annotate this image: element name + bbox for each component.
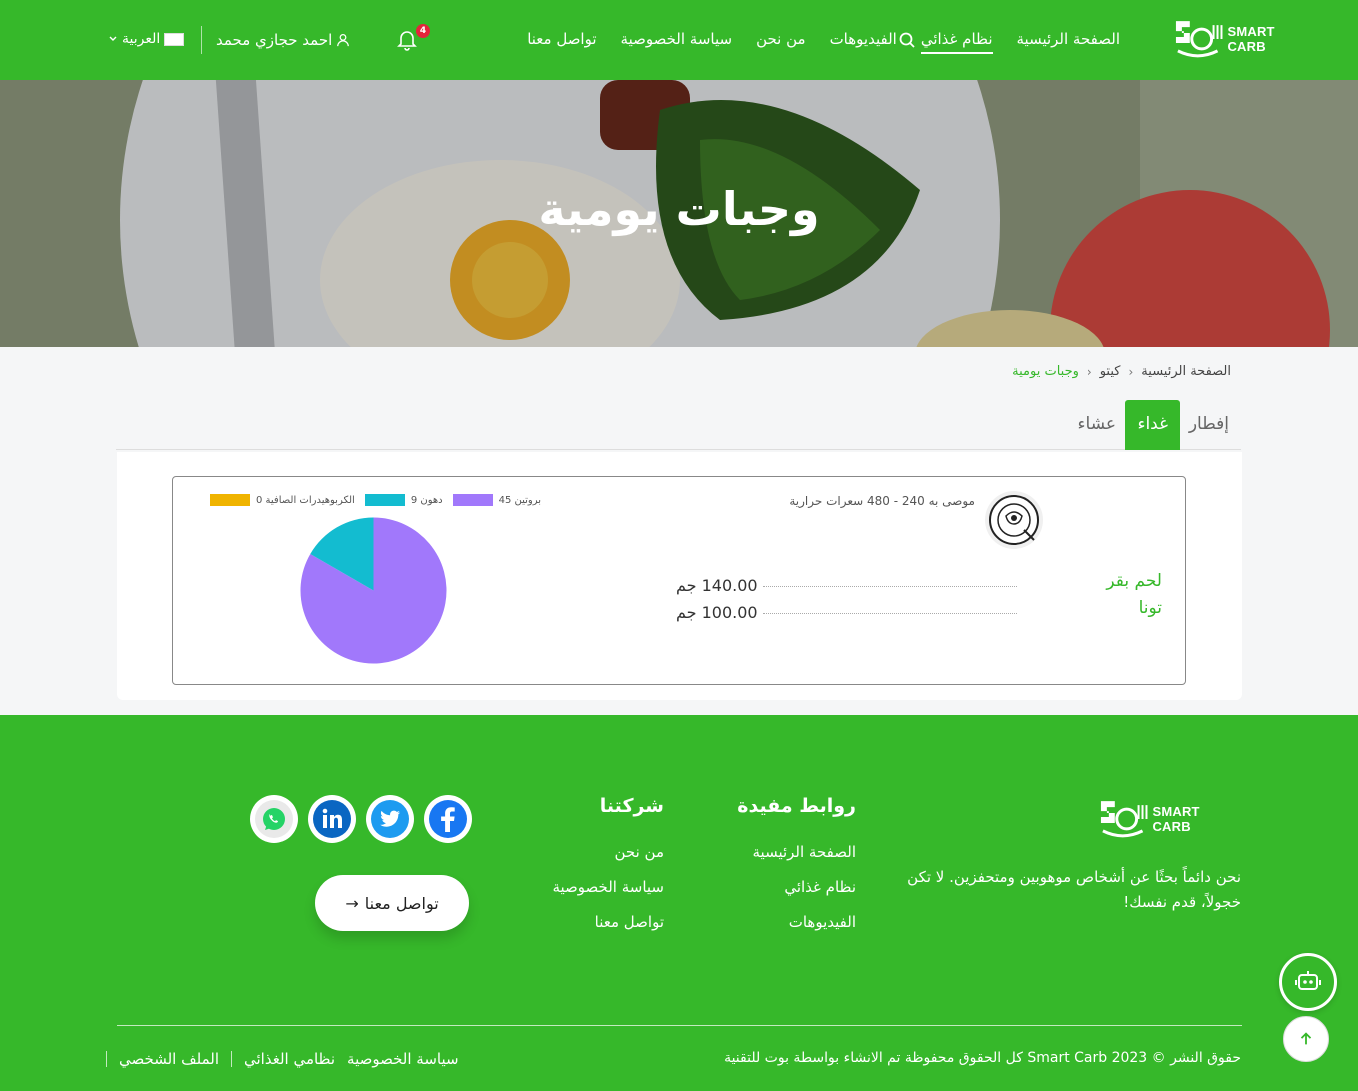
linkedin-icon (313, 800, 351, 838)
nav-privacy[interactable]: سياسة الخصوصية (621, 30, 733, 54)
footer-logo[interactable]: SMART CARB (1095, 795, 1241, 843)
logo-text: SMART CARB (1227, 24, 1275, 54)
top-header: SMART CARB الصفحة الرئيسية نظام غذائي ال… (0, 0, 1358, 80)
facebook-button[interactable] (424, 795, 472, 843)
legend-label: بروتين 45 (498, 494, 542, 506)
chevron-left-icon: ‹ (1128, 364, 1134, 379)
footer-bottom-links: سياسة الخصوصية نظامي الغذائي الملف الشخص… (106, 1050, 459, 1068)
nav-about[interactable]: من نحن (756, 30, 806, 54)
site-footer: SMART CARB نحن دائماً بحثًا عن أشخاص موه… (0, 715, 1358, 1091)
logo-icon (1175, 21, 1223, 58)
meal-recommendation: موصى به 240 - 480 سعرات حرارية (789, 494, 975, 508)
twitter-icon (371, 800, 409, 838)
breadcrumb-current: وجبات يومية (1012, 364, 1079, 379)
nav-videos[interactable]: الفيديوهات (830, 30, 897, 54)
tab-dinner[interactable]: عشاء (1066, 400, 1128, 450)
chat-bot-button[interactable] (1279, 953, 1337, 1011)
main-nav: الصفحة الرئيسية نظام غذائي الفيديوهات من… (527, 30, 1120, 54)
nav-home[interactable]: الصفحة الرئيسية (1017, 30, 1121, 54)
footer-link-about[interactable]: من نحن (615, 843, 665, 861)
contact-us-label: تواصل معنا (364, 893, 439, 913)
legend-label: دهون 9 (410, 494, 443, 506)
company-title: شركتنا (599, 795, 664, 817)
hero-banner: وجبات يومية (0, 80, 1358, 347)
chevron-down-icon (109, 36, 117, 41)
useful-links-title: روابط مفيدة (737, 795, 856, 817)
search-icon[interactable] (897, 30, 917, 50)
notification-badge: 4 (416, 24, 430, 38)
arrow-up-icon (1300, 1032, 1312, 1045)
nav-contact[interactable]: تواصل معنا (527, 30, 596, 54)
legend-swatch (210, 494, 250, 506)
breadcrumb-home[interactable]: الصفحة الرئيسية (1141, 364, 1231, 379)
legend-label: الكربوهيدرات الصافية 0 (256, 494, 355, 506)
legend-swatch (452, 494, 493, 506)
site-logo[interactable]: SMART CARB (1170, 14, 1316, 64)
meal-tabs: إفطار غداء عشاء (116, 400, 1241, 450)
footer-link-diet[interactable]: نظام غذائي (784, 878, 856, 896)
user-menu[interactable]: احمد حجازي محمد (216, 31, 350, 49)
food-item-name: لحم بقر (1106, 571, 1162, 591)
food-item-name: تونا (1138, 598, 1162, 618)
footer-link-home[interactable]: الصفحة الرئيسية (753, 843, 857, 861)
bottom-link-my-diet[interactable]: نظامي الغذائي (244, 1050, 335, 1068)
user-name: احمد حجازي محمد (216, 31, 333, 49)
notifications-button[interactable]: 4 (396, 24, 430, 52)
footer-about: نحن دائماً بحثًا عن أشخاص موهوبين ومتحفز… (907, 868, 1241, 911)
link-separator (106, 1051, 107, 1067)
legend-swatch (364, 494, 405, 506)
linkedin-button[interactable] (308, 795, 356, 843)
tab-lunch[interactable]: غداء (1125, 400, 1180, 450)
food-leader-dots (763, 586, 1017, 587)
logo-icon (1100, 801, 1148, 838)
flag-icon (164, 32, 185, 46)
chevron-left-icon: ‹ (1086, 364, 1092, 379)
bottom-link-profile[interactable]: الملف الشخصي (119, 1050, 219, 1068)
breadcrumb: الصفحة الرئيسية ‹ كيتو ‹ وجبات يومية (1012, 364, 1231, 379)
language-label: العربية (122, 31, 161, 47)
bottom-link-privacy[interactable]: سياسة الخصوصية (347, 1050, 459, 1068)
whatsapp-button[interactable] (250, 795, 298, 843)
twitter-button[interactable] (366, 795, 414, 843)
plate-icon (985, 491, 1043, 549)
facebook-icon (429, 800, 467, 838)
legend-item-carbs[interactable]: الكربوهيدرات الصافية 0 (210, 494, 355, 506)
chart-legend: الكربوهيدرات الصافية 0 دهون 9 بروتين 45 (210, 494, 541, 506)
whatsapp-icon (255, 800, 293, 838)
footer-link-videos[interactable]: الفيديوهات (789, 913, 856, 931)
bell-icon (397, 31, 417, 51)
legend-item-fat[interactable]: دهون 9 (364, 494, 443, 506)
breadcrumb-keto[interactable]: كيتو (1100, 364, 1121, 379)
footer-link-privacy[interactable]: سياسة الخصوصية (552, 878, 664, 896)
food-item-qty: 100.00 جم (676, 603, 758, 622)
arrow-right-icon: → (345, 893, 359, 913)
footer-link-contact[interactable]: تواصل معنا (595, 913, 664, 931)
user-icon (337, 33, 350, 47)
copyright-text: حقوق النشر © Smart Carb 2023 كل الحقوق م… (724, 1050, 1241, 1066)
legend-item-protein[interactable]: بروتين 45 (452, 494, 542, 506)
tab-breakfast[interactable]: إفطار (1177, 400, 1241, 450)
language-selector[interactable]: العربية (108, 31, 185, 47)
logo-text: SMART CARB (1152, 804, 1200, 834)
chat-bot-icon (1295, 971, 1321, 990)
macro-pie-chart (300, 517, 447, 664)
page-title: وجبات يومية (538, 182, 820, 236)
contact-us-button[interactable]: تواصل معنا → (315, 875, 469, 931)
scroll-to-top-button[interactable] (1283, 1016, 1329, 1062)
nav-diet[interactable]: نظام غذائي (920, 30, 993, 54)
food-leader-dots (763, 613, 1017, 614)
header-divider (201, 26, 202, 54)
footer-divider (117, 1025, 1242, 1026)
food-item-qty: 140.00 جم (676, 576, 758, 595)
link-separator (230, 1051, 232, 1067)
